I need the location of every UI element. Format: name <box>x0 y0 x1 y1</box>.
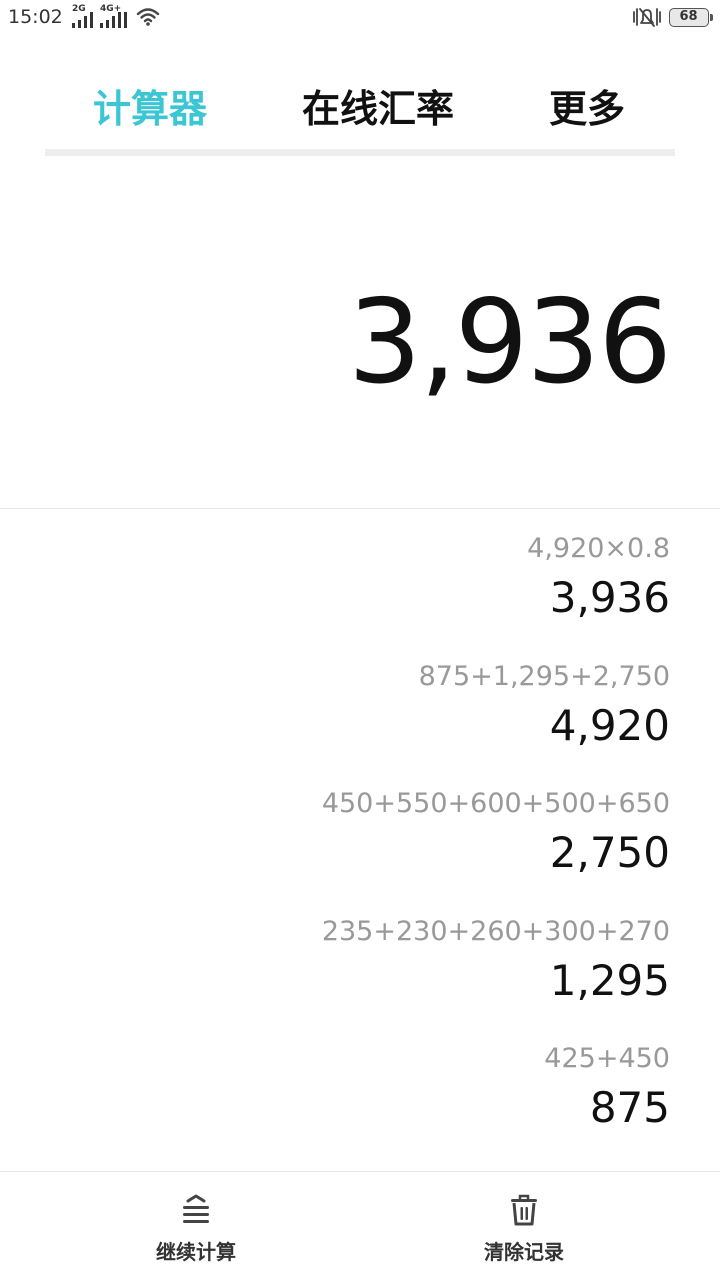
battery-tip <box>710 14 713 21</box>
history-expression: 450+550+600+500+650 <box>321 788 670 819</box>
list-icon <box>180 1194 212 1228</box>
result-display: 3,936 <box>0 156 720 508</box>
history-result: 2,750 <box>549 828 670 877</box>
continue-calculation-button[interactable]: 继续计算 <box>96 1172 296 1280</box>
clear-history-button[interactable]: 清除记录 <box>424 1172 624 1280</box>
history-result: 875 <box>589 1083 670 1132</box>
history-expression: 4,920×0.8 <box>527 533 670 564</box>
history-item[interactable]: 450+550+600+500+650 2,750 <box>70 764 670 877</box>
wifi-icon <box>136 7 160 31</box>
vibrate-icon <box>632 6 662 32</box>
tab-calculator[interactable]: 计算器 <box>93 76 207 142</box>
history-item[interactable]: 4,920×0.8 3,936 <box>70 509 670 622</box>
history-expression: 875+1,295+2,750 <box>418 661 670 692</box>
history-expression: 425+450 <box>544 1043 670 1074</box>
tab-bar: 计算器 在线汇率 更多 <box>45 76 675 146</box>
status-time: 15:02 <box>8 6 63 28</box>
history-item[interactable]: 235+230+260+300+270 1,295 <box>70 892 670 1005</box>
history-item[interactable]: 875+1,295+2,750 4,920 <box>70 637 670 750</box>
signal-icon: 2G <box>72 4 100 28</box>
result-value: 3,936 <box>347 275 672 410</box>
status-bar: 15:02 2G 4G+ 68 <box>0 0 720 36</box>
tab-more[interactable]: 更多 <box>549 76 625 142</box>
tab-underline <box>45 149 675 156</box>
battery-level: 68 <box>679 9 698 24</box>
trash-icon <box>509 1194 539 1230</box>
tab-online-exchange-rate[interactable]: 在线汇率 <box>302 76 454 142</box>
history-list: 4,920×0.8 3,936 875+1,295+2,750 4,920 45… <box>0 509 720 1171</box>
history-result: 1,295 <box>549 956 670 1005</box>
battery-icon: 68 <box>669 8 713 27</box>
history-result: 4,920 <box>549 701 670 750</box>
clear-history-label: 清除记录 <box>484 1240 564 1264</box>
continue-calculation-label: 继续计算 <box>156 1240 236 1264</box>
history-result: 3,936 <box>549 573 670 622</box>
history-item[interactable]: 425+450 875 <box>70 1019 670 1132</box>
history-expression: 235+230+260+300+270 <box>321 916 670 947</box>
bottom-bar: 继续计算 清除记录 <box>0 1172 720 1280</box>
signal-icon: 4G+ <box>100 4 130 28</box>
